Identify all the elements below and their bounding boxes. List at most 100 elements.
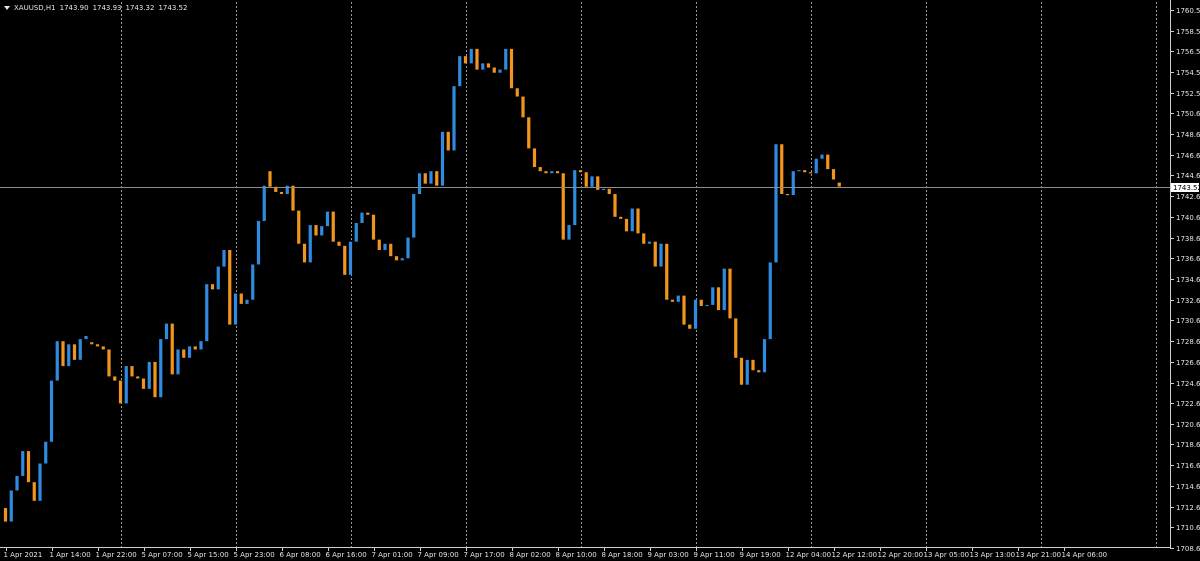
x-tick-label: 7 Apr 01:00 — [372, 551, 413, 559]
candle — [251, 264, 255, 300]
candle — [366, 212, 370, 215]
candle — [354, 223, 358, 242]
candle — [544, 171, 548, 174]
candle — [814, 158, 818, 174]
candle — [61, 341, 65, 367]
x-tick-label: 8 Apr 02:00 — [510, 551, 551, 559]
candle — [780, 144, 784, 194]
candle — [711, 287, 715, 305]
x-tick-label: 9 Apr 11:00 — [694, 551, 735, 559]
candle — [463, 56, 468, 64]
candle — [728, 268, 732, 319]
candle — [446, 131, 450, 151]
candle — [32, 482, 36, 501]
x-tick-label: 6 Apr 16:00 — [326, 551, 367, 559]
x-tick-label: 8 Apr 18:00 — [602, 551, 643, 559]
y-tick-label: 1758.55 — [1176, 28, 1200, 36]
candle — [343, 245, 347, 275]
candle — [699, 299, 703, 306]
y-tick-label: 1732.60 — [1176, 297, 1200, 305]
candle — [481, 63, 485, 70]
x-tick-label: 7 Apr 17:00 — [464, 551, 505, 559]
candle — [400, 258, 404, 261]
candle — [320, 226, 324, 236]
candle — [797, 170, 801, 172]
candle — [279, 191, 284, 194]
candle — [429, 171, 433, 184]
candle — [682, 295, 686, 325]
candle — [734, 318, 738, 358]
y-tick-label: 1730.60 — [1176, 317, 1200, 325]
candle — [78, 339, 82, 360]
candle — [417, 173, 422, 194]
candle — [521, 96, 525, 118]
candle — [509, 48, 514, 89]
candle — [722, 268, 726, 311]
x-tick-label: 12 Apr 12:00 — [832, 551, 878, 559]
candle — [222, 249, 226, 267]
x-tick-label: 5 Apr 07:00 — [142, 551, 183, 559]
candle — [291, 185, 295, 211]
candle — [613, 194, 617, 217]
candle — [67, 344, 71, 367]
candle — [15, 475, 19, 491]
y-tick-label: 1708.65 — [1176, 545, 1200, 553]
candle — [837, 182, 841, 187]
candle — [532, 148, 537, 168]
candle — [561, 173, 565, 240]
x-tick-label: 7 Apr 09:00 — [418, 551, 459, 559]
candle — [705, 304, 709, 307]
candle — [826, 154, 830, 170]
x-tick-label: 5 Apr 15:00 — [188, 551, 229, 559]
candle — [567, 225, 571, 240]
y-tick-label: 1714.65 — [1176, 483, 1200, 491]
candle — [130, 366, 134, 377]
candle — [187, 346, 192, 358]
candle — [95, 344, 100, 347]
candle — [440, 131, 445, 186]
candle — [624, 218, 629, 232]
candle — [107, 349, 111, 377]
candle — [113, 376, 117, 381]
candle — [739, 357, 744, 385]
candle — [9, 490, 13, 522]
candle — [331, 211, 335, 242]
y-tick-label: 1734.60 — [1176, 276, 1200, 284]
price-chart[interactable]: 1760.55 1758.55 1756.55 1754.55 1752.55 1750.… — [0, 0, 1200, 561]
candle — [164, 323, 169, 340]
y-tick-label: 1750.60 — [1176, 110, 1200, 118]
y-tick-label: 1726.60 — [1176, 359, 1200, 367]
candle — [21, 451, 25, 476]
candle — [199, 341, 203, 350]
candle — [268, 171, 272, 187]
y-tick-label: 1718.65 — [1176, 441, 1200, 449]
candle — [550, 171, 554, 174]
candle — [44, 441, 48, 464]
y-tick-label: 1712.65 — [1176, 504, 1200, 512]
candle — [38, 463, 42, 501]
candle — [394, 256, 399, 261]
x-tick-label: 13 Apr 13:00 — [970, 551, 1016, 559]
y-tick-label: 1752.55 — [1176, 90, 1200, 98]
candle — [590, 176, 594, 187]
candle — [90, 342, 94, 345]
candle — [314, 225, 318, 236]
candle — [619, 216, 623, 219]
candle — [239, 293, 243, 304]
grid-lines — [121, 2, 1157, 547]
candle — [636, 208, 640, 234]
candle — [205, 284, 209, 342]
candle — [504, 48, 508, 70]
candle — [492, 67, 496, 73]
x-tick-label: 1 Apr 14:00 — [50, 551, 91, 559]
candle — [452, 86, 456, 151]
candle — [607, 188, 611, 194]
y-tick-label: 1744.60 — [1176, 172, 1200, 180]
candle — [228, 249, 232, 325]
candle — [555, 171, 560, 174]
candle — [302, 243, 307, 263]
y-tick-label: 1748.60 — [1176, 131, 1200, 139]
candle — [49, 380, 54, 442]
candle — [469, 48, 473, 64]
x-tick-label: 12 Apr 04:00 — [786, 551, 832, 559]
